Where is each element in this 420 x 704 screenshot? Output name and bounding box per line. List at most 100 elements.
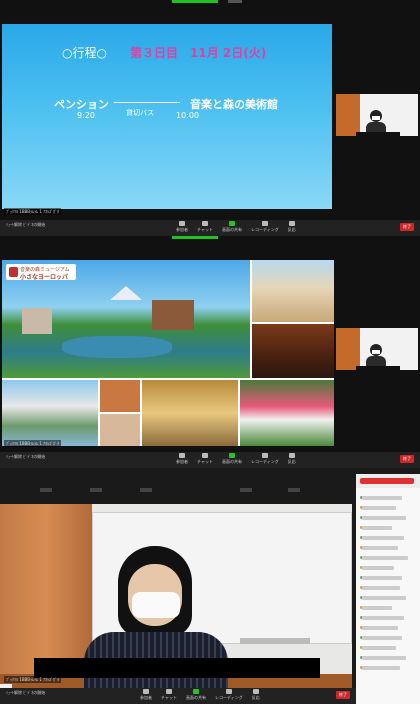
reactions-icon — [288, 221, 295, 226]
chat-row — [362, 616, 404, 620]
participants-button[interactable]: 参加者 — [176, 221, 188, 233]
participant-thumbnail[interactable] — [336, 328, 418, 370]
toolbar-tab[interactable] — [90, 488, 102, 492]
chat-button[interactable]: チャット — [197, 221, 213, 233]
chat-row — [362, 496, 402, 500]
participants-button[interactable]: 参加者 — [140, 689, 152, 701]
end-meeting-button[interactable]: 終了 — [400, 223, 414, 231]
toolbar-tab[interactable] — [240, 488, 252, 492]
hall-interior-photo — [142, 380, 238, 446]
meeting-panel-1: ○行程○ 第３日目 11月 2日(火) ペンション 貸切バス 音楽と森の美術館 … — [0, 0, 420, 236]
museum-logo: 音楽の森ミュージアム 小さなヨーロッパ — [6, 264, 76, 281]
museum-main-photo: 音楽の森ミュージアム 小さなヨーロッパ — [2, 260, 250, 378]
building-photo — [252, 260, 334, 322]
share-screen-button[interactable]: 画面の共有 — [222, 453, 242, 465]
audio-video-controls[interactable]: ﾐｭｰﾄ解除 ﾋﾞﾃﾞｵの開始 — [6, 222, 45, 227]
audio-video-controls[interactable]: ﾐｭｰﾄ解除 ﾋﾞﾃﾞｵの開始 — [6, 690, 45, 695]
participants-icon — [179, 221, 185, 226]
mountain-shape — [110, 286, 142, 300]
meeting-controls: ﾐｭｰﾄ解除 ﾋﾞﾃﾞｵの開始 参加者 チャット 画面の共有 レコーディング 反… — [0, 452, 420, 468]
reactions-button[interactable]: 反応 — [252, 689, 260, 701]
reactions-button[interactable]: 反応 — [288, 453, 296, 465]
toolbar-tab[interactable] — [288, 488, 300, 492]
chat-row — [362, 516, 406, 520]
participants-button[interactable]: 参加者 — [176, 453, 188, 465]
audio-video-controls[interactable]: ﾐｭｰﾄ解除 ﾋﾞﾃﾞｵの開始 — [6, 454, 45, 459]
participant-caption: ﾌﾞｯｸﾏﾙ 1BBBﾗﾑﾗﾑ 1 ﾅｵｼｽﾞｶﾞﾀ — [4, 440, 62, 447]
whiteboard-tray — [240, 638, 310, 644]
name-overlay-bar — [34, 658, 320, 678]
record-button[interactable]: レコーディング — [251, 221, 279, 233]
view-options-label[interactable] — [228, 0, 242, 3]
meeting-panel-2: 音楽の森ミュージアム 小さなヨーロッパ ﾌﾞｯｸﾏﾙ 1BBBﾗﾑﾗﾑ 1 ﾅｵ… — [0, 236, 420, 468]
chat-icon — [201, 453, 208, 458]
chat-row — [362, 506, 396, 510]
share-screen-button[interactable]: 画面の共有 — [222, 221, 242, 233]
route-line — [114, 102, 180, 103]
chat-row — [362, 656, 406, 660]
chat-alert — [360, 478, 414, 484]
chat-icon — [201, 221, 208, 226]
toolbar-tab[interactable] — [40, 488, 52, 492]
screen-share-indicator — [172, 236, 218, 239]
from-place: ペンション — [54, 98, 109, 111]
share-screen-icon — [228, 453, 235, 458]
top-toolbar — [0, 468, 356, 494]
participant-thumbnail[interactable] — [336, 94, 418, 136]
toolbar-tab[interactable] — [140, 488, 152, 492]
chat-row — [362, 536, 404, 540]
chat-button[interactable]: チャット — [161, 689, 177, 701]
participants-icon — [143, 689, 149, 694]
participants-icon — [179, 453, 185, 458]
reactions-button[interactable]: 反応 — [288, 221, 296, 233]
background-shelf — [336, 94, 360, 136]
food-photo — [100, 380, 140, 412]
chat-row — [362, 596, 406, 600]
record-icon — [261, 221, 268, 226]
participant-name-bar — [356, 132, 400, 139]
logo-mark — [9, 267, 18, 277]
rose-garden-photo — [240, 380, 334, 446]
record-icon — [225, 689, 232, 694]
background-shelf — [336, 328, 360, 370]
reactions-icon — [252, 689, 259, 694]
to-place: 音楽と森の美術館 — [190, 98, 278, 111]
itinerary-day: 第３日目 11月 2日(火) — [130, 46, 267, 60]
from-time: 9:20 — [77, 111, 95, 120]
pond-shape — [62, 336, 172, 358]
end-meeting-button[interactable]: 終了 — [336, 691, 350, 699]
chat-row — [362, 526, 392, 530]
record-icon — [261, 453, 268, 458]
end-meeting-button[interactable]: 終了 — [400, 455, 414, 463]
manor-shape — [152, 300, 194, 330]
chat-icon — [165, 689, 172, 694]
chat-row — [362, 606, 392, 610]
share-screen-button[interactable]: 画面の共有 — [186, 689, 206, 701]
chat-row — [362, 636, 402, 640]
person-photo — [100, 414, 140, 446]
participant-name-bar — [356, 366, 400, 373]
meeting-controls: ﾐｭｰﾄ解除 ﾋﾞﾃﾞｵの開始 参加者 チャット 画面の共有 レコーディング 反… — [0, 688, 356, 704]
cottage-shape — [22, 308, 52, 334]
chat-row — [362, 666, 400, 670]
chat-row — [362, 576, 402, 580]
chat-row — [362, 556, 408, 560]
transport-label: 貸切バス — [126, 109, 154, 117]
chat-row — [362, 546, 398, 550]
share-screen-icon — [192, 689, 199, 694]
record-button[interactable]: レコーディング — [251, 453, 279, 465]
organ-hall-photo — [252, 324, 334, 378]
meeting-panel-3: ﾌﾞｯｸﾏﾙ 1BBBﾗﾑﾗﾑ 1 ﾅｵｼｽﾞｶﾞﾀ ﾐｭｰﾄ解除 ﾋﾞﾃﾞｵの… — [0, 468, 420, 704]
chat-row — [362, 566, 394, 570]
record-button[interactable]: レコーディング — [215, 689, 243, 701]
shared-slide-itinerary: ○行程○ 第３日目 11月 2日(火) ペンション 貸切バス 音楽と森の美術館 … — [2, 24, 332, 209]
share-screen-icon — [228, 221, 235, 226]
chat-button[interactable]: チャット — [197, 453, 213, 465]
chat-row — [362, 586, 400, 590]
participant-caption: ﾌﾞｯｸﾏﾙ 1BBBﾗﾑﾗﾑ 1 ﾅｵｼｽﾞｶﾞﾀ — [4, 208, 62, 215]
chat-row — [362, 626, 398, 630]
meeting-controls: ﾐｭｰﾄ解除 ﾋﾞﾃﾞｵの開始 参加者 チャット 画面の共有 レコーディング 反… — [0, 220, 420, 236]
screen-share-indicator — [172, 0, 218, 3]
to-time: 10:00 — [176, 111, 200, 120]
chat-panel[interactable] — [356, 474, 420, 704]
